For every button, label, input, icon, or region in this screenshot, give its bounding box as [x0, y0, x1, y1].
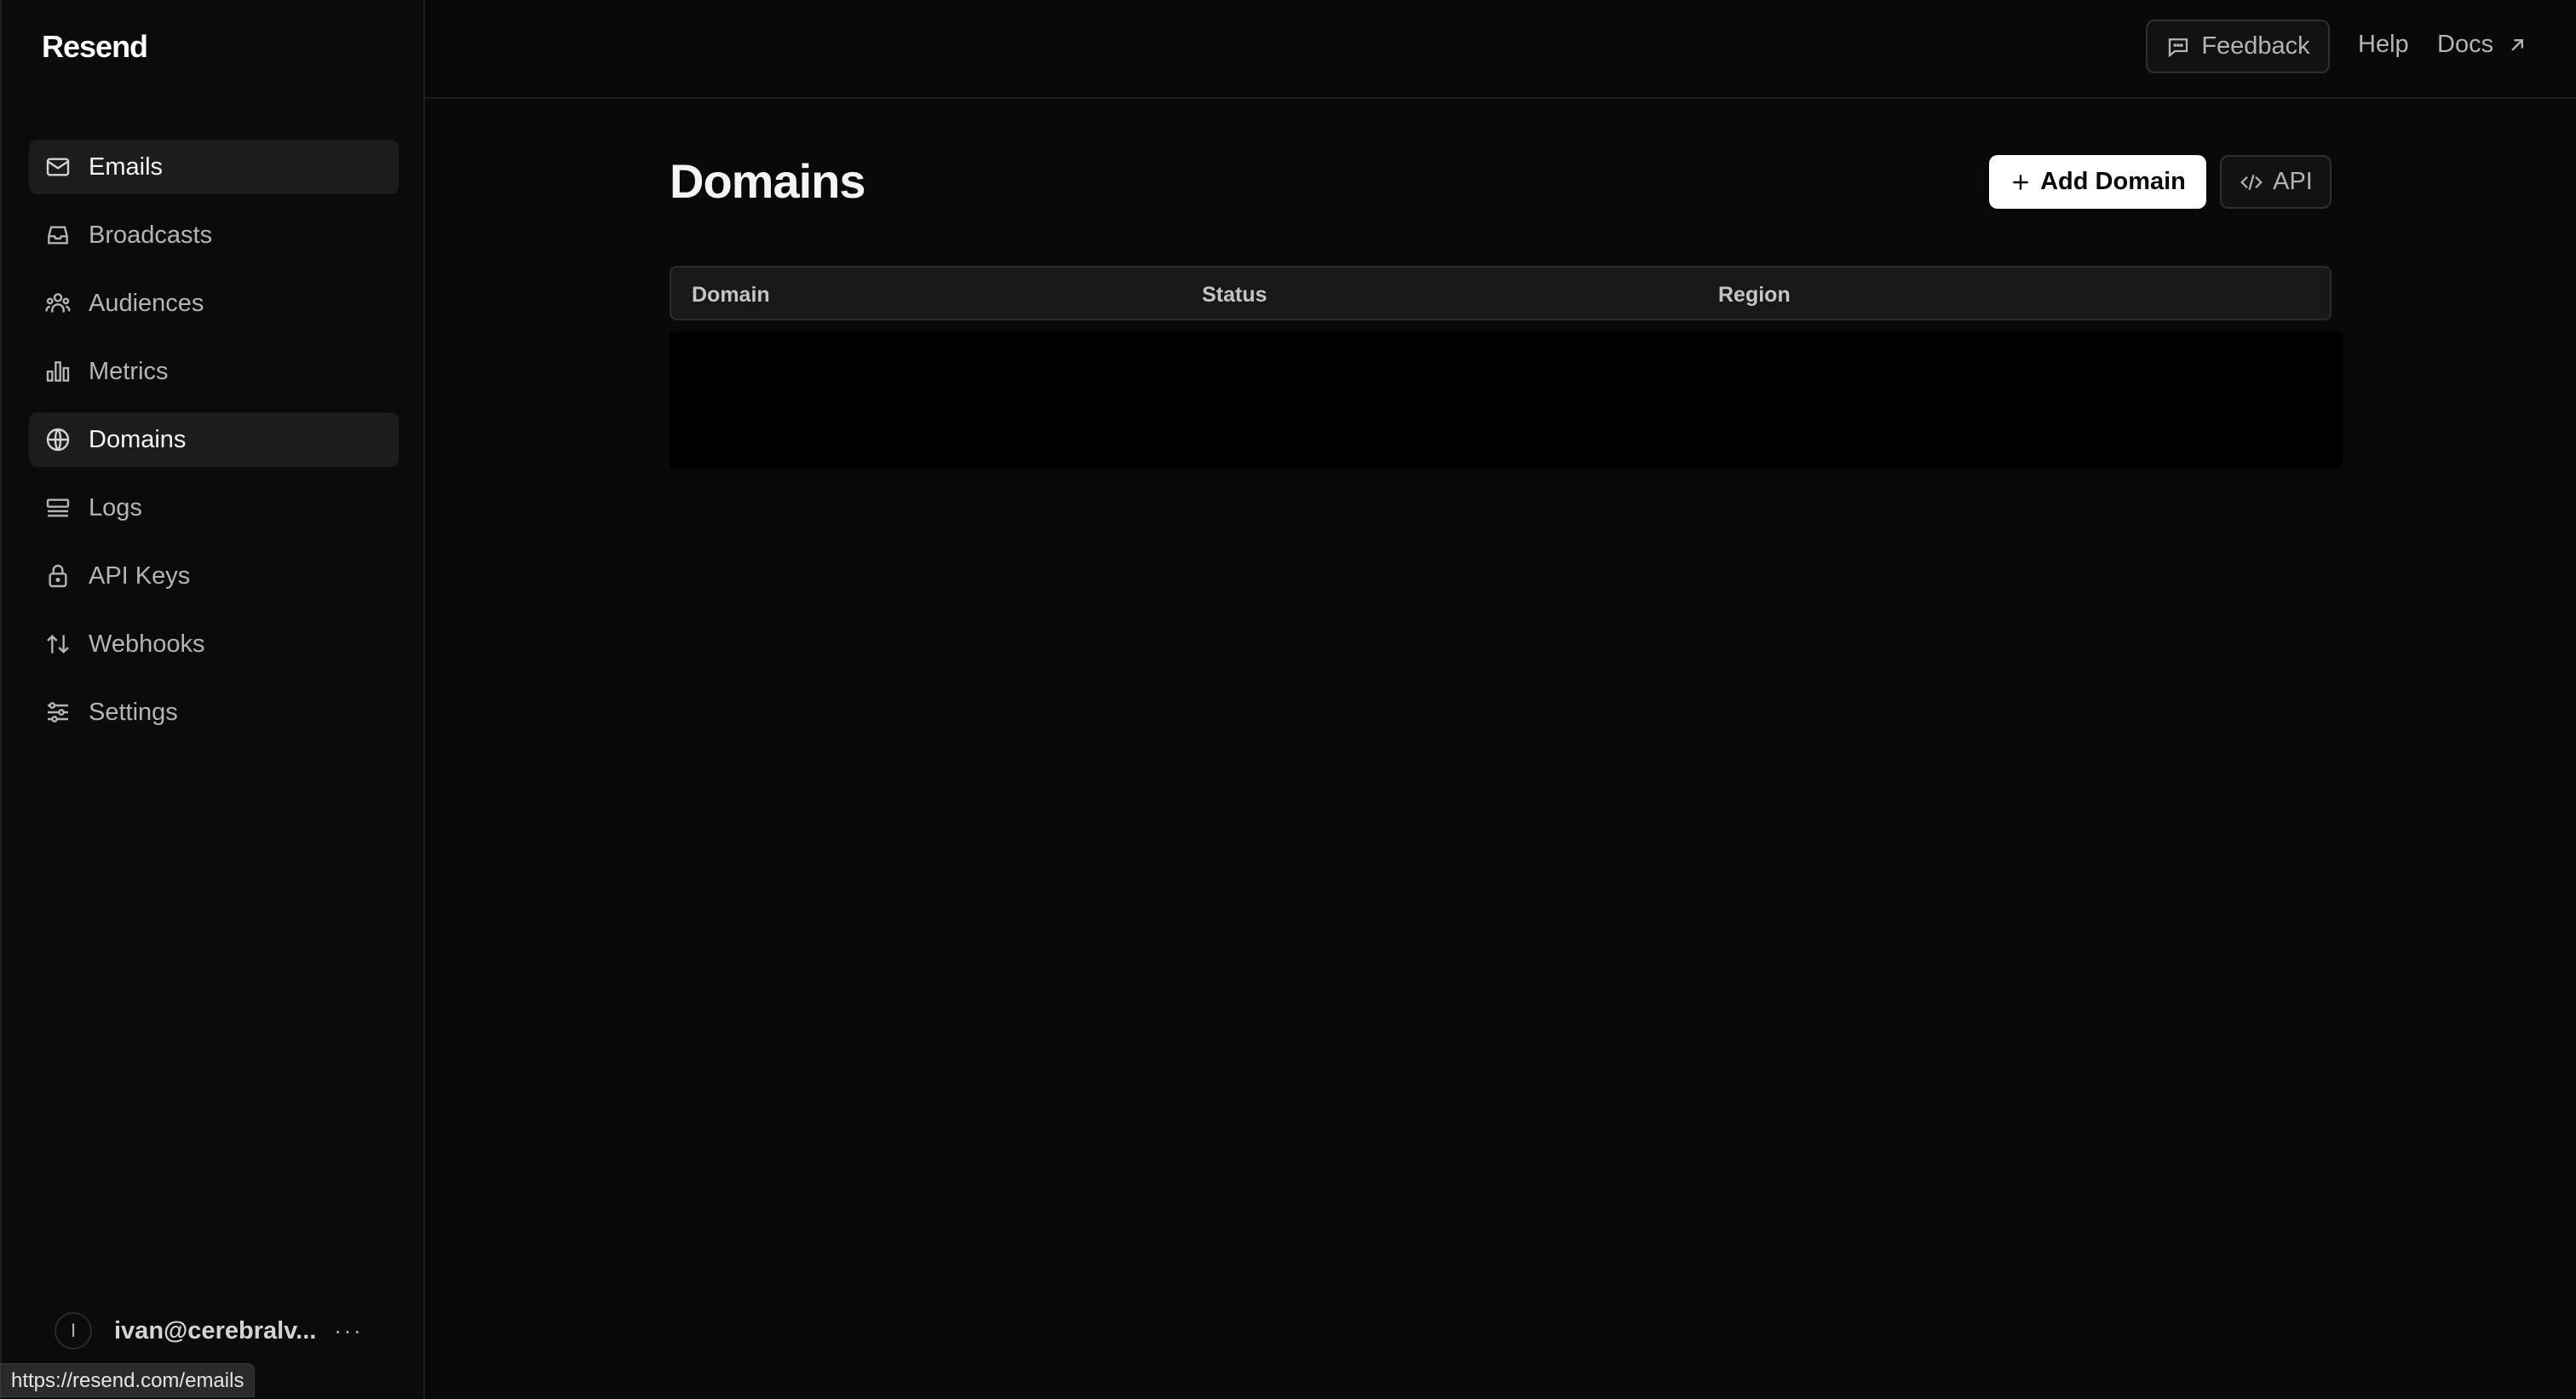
sidebar-item-broadcasts[interactable]: Broadcasts — [29, 208, 399, 262]
help-link[interactable]: Help — [2358, 31, 2409, 59]
sidebar-item-label: Metrics — [89, 357, 169, 385]
page-title: Domains — [670, 154, 865, 208]
sidebar-item-label: Audiences — [89, 289, 204, 317]
bar-chart-icon — [44, 358, 72, 385]
sidebar-item-label: Webhooks — [89, 630, 205, 658]
sidebar-item-metrics[interactable]: Metrics — [29, 344, 399, 399]
feedback-label: Feedback — [2201, 32, 2310, 60]
api-label: API — [2273, 168, 2313, 195]
account-email: ivan@cerebralv... — [114, 1316, 317, 1344]
add-domain-label: Add Domain — [2040, 168, 2186, 195]
external-link-icon — [2511, 38, 2524, 51]
sidebar-item-label: Logs — [89, 493, 142, 521]
sidebar-item-label: Broadcasts — [89, 221, 213, 249]
sliders-icon — [44, 699, 72, 726]
sidebar-item-label: API Keys — [89, 561, 191, 590]
mail-icon — [44, 153, 72, 181]
more-icon[interactable]: ··· — [334, 1317, 363, 1344]
column-header-status[interactable]: Status — [1202, 283, 1267, 308]
column-header-domain[interactable]: Domain — [692, 283, 770, 308]
logs-icon — [44, 494, 72, 521]
sidebar-item-api-keys[interactable]: API Keys — [29, 549, 399, 603]
users-icon — [44, 290, 72, 317]
sidebar-item-label: Settings — [89, 698, 178, 726]
plus-icon — [2013, 174, 2028, 190]
sidebar-item-settings[interactable]: Settings — [29, 685, 399, 740]
sidebar-item-label: Domains — [89, 425, 187, 453]
message-icon — [2169, 37, 2188, 57]
sidebar-item-audiences[interactable]: Audiences — [29, 276, 399, 331]
code-icon — [2240, 174, 2263, 190]
avatar: I — [55, 1312, 92, 1350]
lock-icon — [44, 562, 72, 590]
inbox-icon — [44, 222, 72, 249]
domains-table-body — [670, 332, 2343, 469]
status-bar-url: https://resend.com/emails — [0, 1363, 256, 1397]
add-domain-button[interactable]: Add Domain — [1989, 155, 2206, 209]
account-menu[interactable]: I ivan@cerebralv... ··· — [55, 1307, 378, 1355]
sidebar-item-emails[interactable]: Emails — [29, 140, 399, 194]
feedback-button[interactable]: Feedback — [2146, 20, 2330, 73]
domains-table-header: Domain Status Region — [670, 266, 2332, 320]
sidebar-item-label: Emails — [89, 153, 164, 181]
column-header-region[interactable]: Region — [1718, 283, 1791, 308]
app-root: Resend Emails Broadcasts Audiences Metri… — [0, 0, 2576, 1399]
sidebar-item-webhooks[interactable]: Webhooks — [29, 617, 399, 671]
docs-link[interactable]: Docs — [2437, 31, 2529, 59]
app-logo[interactable]: Resend — [42, 29, 148, 65]
topbar: Feedback Help Docs — [425, 0, 2576, 99]
sidebar-nav: Emails Broadcasts Audiences Metrics Doma… — [29, 140, 399, 753]
docs-label: Docs — [2437, 31, 2494, 58]
sidebar: Resend Emails Broadcasts Audiences Metri… — [0, 0, 425, 1399]
sidebar-item-logs[interactable]: Logs — [29, 481, 399, 535]
arrows-icon — [44, 630, 72, 658]
globe-icon — [44, 426, 72, 453]
sidebar-item-domains[interactable]: Domains — [29, 412, 399, 467]
api-button[interactable]: API — [2220, 155, 2332, 209]
